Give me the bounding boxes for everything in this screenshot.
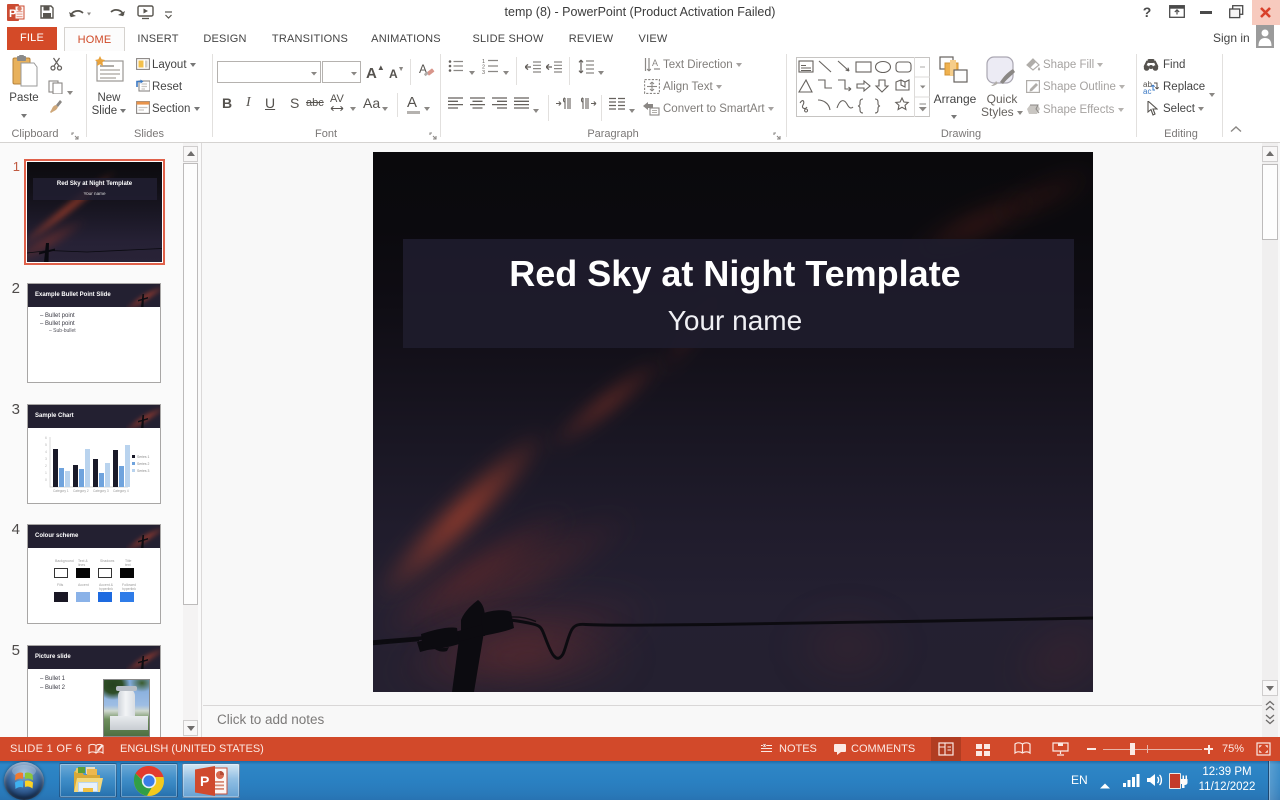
svg-text:P: P xyxy=(9,8,16,20)
svg-text:0: 0 xyxy=(45,478,47,482)
svg-text:3: 3 xyxy=(45,457,47,461)
svg-text:ac: ac xyxy=(1143,87,1151,94)
svg-text:Category 3: Category 3 xyxy=(93,489,109,493)
svg-text:1: 1 xyxy=(45,471,47,475)
svg-text:Series 1: Series 1 xyxy=(137,455,150,459)
svg-text:6: 6 xyxy=(45,436,47,440)
svg-text:4: 4 xyxy=(45,450,47,454)
svg-text:Category 2: Category 2 xyxy=(73,489,89,493)
svg-text:3: 3 xyxy=(482,70,485,74)
svg-text:5: 5 xyxy=(45,443,47,447)
svg-text:Category 1: Category 1 xyxy=(53,489,69,493)
svg-text:Series 2: Series 2 xyxy=(137,462,150,466)
svg-text:P: P xyxy=(200,773,209,789)
svg-text:Category 4: Category 4 xyxy=(113,489,129,493)
svg-text:Series 3: Series 3 xyxy=(137,469,150,473)
svg-text:A: A xyxy=(652,58,658,68)
svg-text:2: 2 xyxy=(45,464,47,468)
